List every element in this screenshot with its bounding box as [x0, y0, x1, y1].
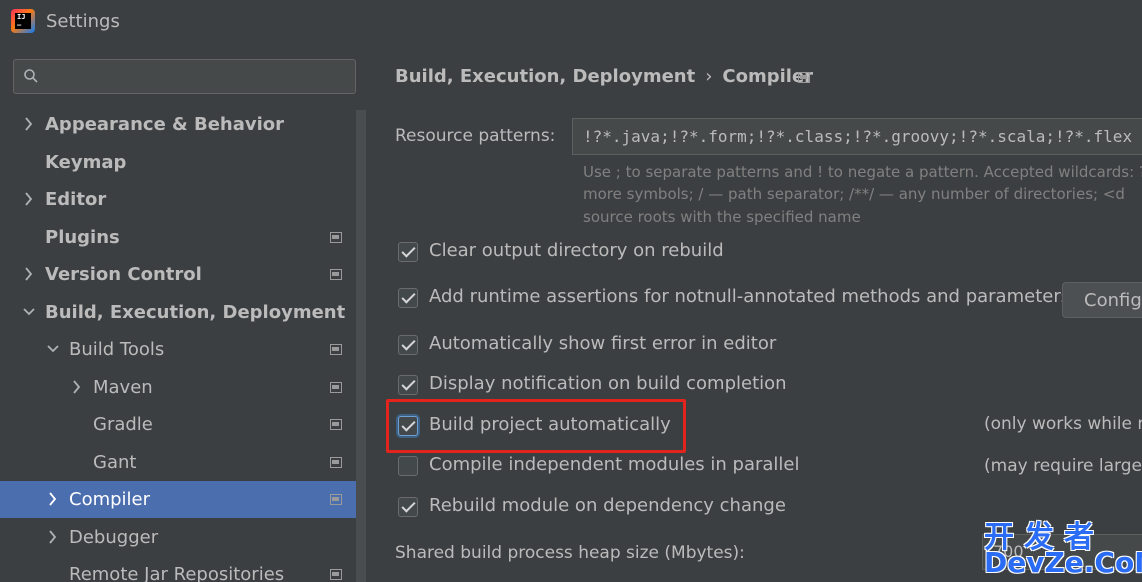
checkbox[interactable] — [398, 335, 418, 355]
resource-patterns-label: Resource patterns: — [395, 126, 556, 146]
annotation-highlight-box — [386, 399, 686, 453]
sidebar-item-label: Gradle — [93, 414, 153, 435]
sidebar-scrollbar[interactable] — [356, 110, 366, 582]
resource-patterns-hint-1: Use ; to separate patterns and ! to nega… — [583, 163, 1142, 181]
resource-patterns-hint-3: source roots with the specified name — [583, 208, 861, 226]
chevron-right-icon[interactable] — [46, 529, 60, 545]
project-scope-icon — [330, 269, 342, 280]
settings-search[interactable] — [13, 59, 356, 94]
sidebar-item-label: Maven — [93, 376, 153, 398]
configure-button-label: Configu — [1084, 290, 1142, 311]
project-scope-icon — [330, 456, 342, 468]
sidebar-item-appearance-behavior[interactable]: Appearance & Behavior — [0, 106, 356, 143]
resource-patterns-hint-2: more symbols; / — path separator; /**/ —… — [583, 185, 1125, 203]
checkbox-label[interactable]: Clear output directory on rebuild — [429, 240, 724, 261]
search-input[interactable] — [50, 66, 350, 88]
sidebar-item-compiler[interactable]: Compiler — [0, 481, 356, 518]
sidebar-item-debugger[interactable]: Debugger — [0, 519, 356, 556]
sidebar-item-label: Build Tools — [69, 339, 165, 360]
chevron-right-icon[interactable] — [22, 266, 36, 282]
checkbox-label[interactable]: Compile independent modules in parallel — [429, 454, 800, 475]
checkbox-label[interactable]: Add runtime assertions for notnull-annot… — [429, 286, 1070, 307]
sidebar-item-gant[interactable]: Gant — [0, 444, 356, 481]
breadcrumb-parent[interactable]: Build, Execution, Deployment — [395, 66, 695, 87]
sidebar-item-remote-jar-repositories[interactable]: Remote Jar Repositories — [0, 556, 356, 582]
sidebar-item-label: Keymap — [45, 151, 127, 173]
chevron-down-icon[interactable] — [46, 341, 60, 357]
sidebar-item-build-execution-deployment[interactable]: Build, Execution, Deployment — [0, 294, 356, 331]
checkbox[interactable] — [398, 242, 418, 262]
sidebar-item-plugins[interactable]: Plugins — [0, 219, 356, 256]
watermark-line-2: DevZe.CoM — [984, 546, 1142, 579]
chevron-right-icon[interactable] — [70, 379, 84, 395]
intellij-app-icon: IJ — — [11, 9, 35, 33]
sidebar-item-build-tools[interactable]: Build Tools — [0, 331, 356, 368]
resource-patterns-value: !?*.java;!?*.form;!?*.class;!?*.groovy;!… — [583, 127, 1133, 146]
configure-assertions-button[interactable]: Configu — [1062, 282, 1142, 318]
sidebar-item-version-control[interactable]: Version Control — [0, 256, 356, 293]
search-icon — [24, 69, 38, 83]
title-bar: IJ — Settings — [0, 0, 1142, 44]
chevron-right-icon[interactable] — [22, 191, 36, 207]
sidebar-item-label: Editor — [45, 189, 107, 210]
sidebar-item-label: Remote Jar Repositories — [69, 564, 285, 582]
build-auto-note: (only works while n — [984, 414, 1142, 434]
parallel-note: (may require large — [984, 456, 1142, 476]
sidebar-item-label: Gant — [93, 451, 137, 473]
settings-content: Build, Execution, Deployment › Compiler Re… — [368, 44, 1142, 582]
checkbox[interactable] — [398, 288, 418, 308]
heap-size-label: Shared build process heap size (Mbytes): — [395, 543, 745, 563]
breadcrumb: Build, Execution, Deployment › Compiler — [395, 66, 813, 87]
checkbox[interactable] — [398, 497, 418, 517]
watermark-logo: 开发者 DevZe.CoM — [980, 512, 1142, 582]
breadcrumb-separator: › — [705, 66, 713, 87]
chevron-right-icon[interactable] — [22, 116, 36, 132]
checkbox-label[interactable]: Display notification on build completion — [429, 373, 787, 394]
project-scope-icon — [330, 231, 342, 243]
project-scope-icon — [330, 381, 342, 393]
checkbox[interactable] — [398, 456, 418, 476]
resource-patterns-input[interactable]: !?*.java;!?*.form;!?*.class;!?*.groovy;!… — [572, 118, 1142, 155]
sidebar-item-label: Build, Execution, Deployment — [45, 301, 346, 323]
sidebar-item-editor[interactable]: Editor — [0, 181, 356, 218]
settings-sidebar: Appearance & Behavior Keymap Editor Plugins… — [0, 44, 368, 582]
sidebar-item-label: Plugins — [45, 226, 120, 248]
checkbox-label[interactable]: Rebuild module on dependency change — [429, 495, 786, 516]
sidebar-item-label: Version Control — [45, 264, 202, 285]
project-scope-icon — [330, 494, 342, 505]
project-scope-icon — [330, 344, 342, 355]
chevron-down-icon[interactable] — [22, 304, 36, 320]
project-scope-icon — [330, 419, 342, 430]
window-title: Settings — [46, 11, 120, 32]
sidebar-item-label: Compiler — [69, 489, 151, 510]
sidebar-item-label: Debugger — [69, 526, 159, 548]
chevron-right-icon[interactable] — [46, 491, 60, 507]
sidebar-item-label: Appearance & Behavior — [45, 114, 285, 135]
sidebar-item-keymap[interactable]: Keymap — [0, 144, 356, 181]
checkbox[interactable] — [398, 375, 418, 395]
project-scope-icon — [798, 72, 810, 83]
sidebar-item-maven[interactable]: Maven — [0, 369, 356, 406]
project-scope-icon — [330, 569, 342, 580]
sidebar-item-gradle[interactable]: Gradle — [0, 406, 356, 443]
checkbox-label[interactable]: Automatically show first error in editor — [429, 333, 776, 354]
